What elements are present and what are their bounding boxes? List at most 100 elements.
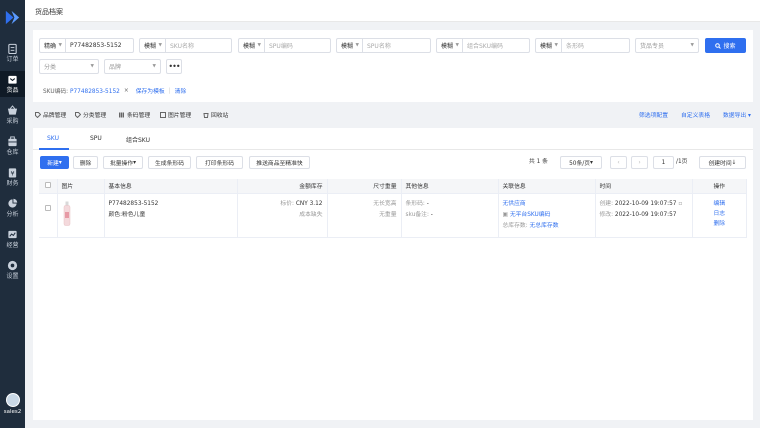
sku-code-input[interactable]: P77482853-5152 — [66, 42, 122, 49]
combo-sku-field[interactable]: 模糊 ▼ 组合SKU编码 — [436, 38, 530, 53]
brand-management-link[interactable]: 品牌管理 — [35, 110, 66, 119]
match-mode-select[interactable]: 模糊 ▼ — [140, 39, 166, 52]
sidebar-item-label: 采购 — [6, 118, 19, 125]
delete-button[interactable]: 删除 — [73, 156, 98, 169]
sku-name-input[interactable]: SKU名称 — [166, 41, 194, 50]
tab-combo-sku[interactable]: 组合SKU — [126, 135, 150, 144]
search-button[interactable]: 搜索 — [705, 38, 746, 53]
barcode-input[interactable]: 条形码 — [562, 41, 584, 50]
match-mode-select[interactable]: 模糊 ▼ — [239, 39, 265, 52]
price-value: CNY 3.12 — [295, 200, 323, 207]
edit-link[interactable]: 编辑 — [697, 199, 743, 209]
filter-config-link[interactable]: 筛选项配置 — [639, 110, 668, 119]
match-mode-select[interactable]: 模糊 ▼ — [536, 39, 562, 52]
product-thumbnail[interactable] — [62, 201, 72, 227]
clipboard-icon — [8, 43, 17, 54]
filter-tag: SKU编码: P77482853-5152 — [43, 89, 120, 95]
sidebar-item-finance[interactable]: ¥ 财务 — [0, 164, 25, 190]
more-filters-button[interactable]: ••• — [166, 59, 182, 74]
prev-page-button[interactable]: ‹ — [610, 156, 627, 169]
page-size-select[interactable]: 50条/页 ▾ — [560, 156, 602, 169]
custom-table-link[interactable]: 自定义表格 — [681, 110, 710, 119]
match-mode-select[interactable]: 模糊 ▼ — [337, 39, 363, 52]
sku-name-field[interactable]: 模糊 ▼ SKU名称 — [139, 38, 232, 53]
app-logo-icon[interactable] — [3, 8, 22, 27]
generate-barcode-button[interactable]: 生成条形码 — [148, 156, 191, 169]
delete-link[interactable]: 删除 — [697, 219, 743, 229]
match-mode-select[interactable]: 精确 ▼ — [40, 39, 66, 52]
sidebar-item-purchase[interactable]: 采购 — [0, 102, 25, 128]
row-checkbox[interactable] — [44, 204, 51, 211]
barcode-field[interactable]: 模糊 ▼ 条形码 — [535, 38, 630, 53]
sku-code[interactable]: P77482853-5152 — [109, 199, 233, 210]
barcode-management-link[interactable]: 条码管理 — [119, 110, 150, 119]
category-management-link[interactable]: 分类管理 — [75, 110, 106, 119]
total-stock-link[interactable]: 无总库存数 — [530, 223, 559, 229]
recycle-bin-link[interactable]: 回收站 — [203, 110, 228, 119]
spu-code-input[interactable]: SPU编码 — [265, 41, 293, 50]
owner-select[interactable]: 货品专员 ▼ — [635, 38, 699, 53]
sort-select[interactable]: 创建时间 ↓ — [699, 156, 746, 169]
sidebar-item-operation[interactable]: 经营 — [0, 226, 25, 252]
col-operation: 操作 — [692, 179, 747, 194]
management-toolbar: 品牌管理 分类管理 条码管理 图片管理 回收站 筛选项配置 自定义表格 数据导出… — [33, 108, 753, 122]
brand-select[interactable]: 品牌 ▼ — [104, 59, 161, 74]
remove-filter-icon[interactable]: × — [124, 88, 129, 94]
push-goods-button[interactable]: 推送商品至精准快 — [249, 156, 310, 169]
print-barcode-button[interactable]: 打印条形码 — [196, 156, 243, 169]
chevron-down-icon: ▼ — [554, 43, 558, 48]
gear-icon — [7, 260, 18, 271]
chevron-down-icon: ▼ — [58, 43, 62, 48]
size-weight-cell: 无长宽高 无重量 — [327, 193, 402, 238]
sidebar-item-orders[interactable]: 订单 — [0, 40, 25, 66]
tag-icon — [75, 111, 81, 118]
combo-sku-input[interactable]: 组合SKU编码 — [463, 41, 503, 50]
sidebar-item-label: 订单 — [6, 56, 19, 63]
tab-sku[interactable]: SKU — [47, 135, 59, 142]
page-title: 货品档案 — [35, 8, 63, 16]
sku-code-field[interactable]: 精确 ▼ P77482853-5152 — [39, 38, 134, 53]
category-select[interactable]: 分类 ▼ — [39, 59, 99, 74]
warehouse-icon — [8, 136, 17, 147]
spu-name-input[interactable]: SPU名称 — [363, 41, 391, 50]
spu-name-field[interactable]: 模糊 ▼ SPU名称 — [336, 38, 431, 53]
sidebar-item-label: 财务 — [6, 180, 19, 187]
copy-icon: ▣ — [502, 211, 508, 218]
chevron-right-icon: › — [638, 159, 641, 166]
save-template-link[interactable]: 保存为模板 — [136, 86, 165, 95]
batch-operation-button[interactable]: 批量操作 ▾ — [103, 156, 143, 169]
sidebar-item-label: 经营 — [6, 242, 19, 249]
sidebar-item-goods[interactable]: 货品 — [0, 71, 25, 97]
sidebar-item-settings[interactable]: 设置 — [0, 257, 25, 283]
sidebar-item-label: 设置 — [6, 273, 19, 280]
sidebar-item-warehouse[interactable]: 仓库 — [0, 133, 25, 159]
data-export-link[interactable]: 数据导出 ▾ — [723, 110, 751, 119]
operation-cell: 编辑 日志 删除 — [692, 193, 747, 238]
user-menu[interactable]: sales2 — [2, 393, 23, 415]
avatar — [5, 393, 20, 407]
col-time: 时间 — [595, 179, 693, 194]
pie-chart-icon — [8, 198, 18, 208]
match-mode-select[interactable]: 模糊 ▼ — [437, 39, 463, 52]
clear-filters-link[interactable]: 清除 — [175, 86, 187, 95]
chevron-down-icon: ▼ — [690, 43, 694, 48]
new-button[interactable]: 新建 ▾ — [40, 156, 69, 169]
platform-sku-link[interactable]: 无平台SKU编码 — [510, 212, 551, 218]
col-size-weight: 尺寸重量 — [327, 179, 402, 194]
image-management-link[interactable]: 图片管理 — [160, 110, 191, 119]
supplier-link[interactable]: 无供应商 — [503, 199, 591, 210]
image-icon — [160, 111, 166, 118]
spu-code-field[interactable]: 模糊 ▼ SPU编码 — [238, 38, 331, 53]
sidebar-item-label: 仓库 — [6, 149, 19, 156]
tab-spu[interactable]: SPU — [90, 135, 102, 142]
sidebar: 订单 货品 采购 仓库 ¥ 财务 分析 经营 设置 sales2 — [0, 0, 25, 428]
table-row[interactable]: P77482853-5152 颜色:粉色儿童 标价: CNY 3.12 成本缺失… — [39, 193, 747, 238]
arrow-down-icon: ↓ — [731, 159, 737, 166]
chevron-down-icon: ▼ — [158, 43, 162, 48]
sidebar-item-analysis[interactable]: 分析 — [0, 195, 25, 221]
log-link[interactable]: 日志 — [697, 209, 743, 219]
page-number-input[interactable]: 1 — [653, 156, 674, 169]
next-page-button[interactable]: › — [631, 156, 648, 169]
active-filters: SKU编码: P77482853-5152 × 保存为模板 | 清除 — [43, 86, 187, 96]
select-all-checkbox[interactable] — [44, 181, 51, 188]
